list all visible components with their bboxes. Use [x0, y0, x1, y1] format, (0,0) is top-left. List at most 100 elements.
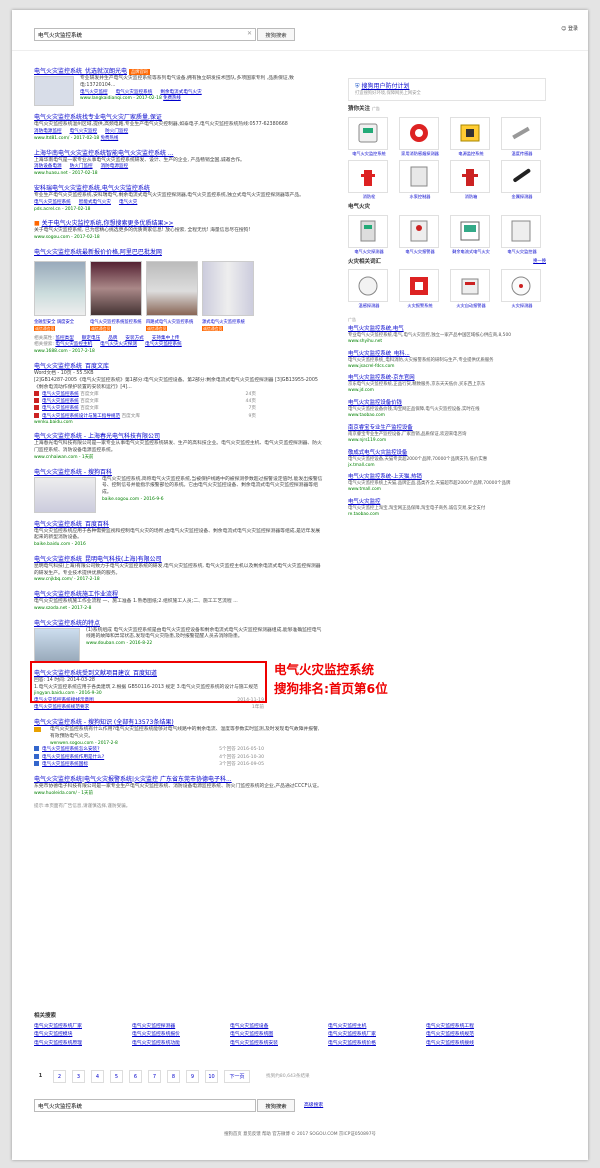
related-link[interactable]: 电气火灾监控系统报价	[132, 1032, 230, 1038]
fire-item[interactable]: 电气火灾报警器	[399, 214, 441, 254]
recommend-item[interactable]: 电气火灾监控系统	[348, 116, 390, 156]
page-link[interactable]: 9	[186, 1070, 199, 1083]
page-link[interactable]: 5	[110, 1070, 123, 1083]
related-link[interactable]: 电气火灾监控系统原理	[34, 1041, 132, 1047]
ad-item[interactable]: 电气火灾监控系统-上天猫,热销 电气火灾监控系统上天猫,品牌正品,品类齐全,天猫超…	[348, 474, 546, 493]
qa-row[interactable]: 电气火灾监控系统规范要求 1年前	[34, 704, 264, 711]
result-title[interactable]: 电气火灾监控系统找专业电气火灾厂家质量,保证	[34, 114, 162, 121]
result-title[interactable]: 电气火灾监控系统 - 搜狗百科	[34, 469, 112, 476]
related-link[interactable]: 电气火灾监控系统功能	[132, 1041, 230, 1047]
recommend-item[interactable]: 水泵控制器	[399, 159, 441, 199]
result-title[interactable]: 电气火灾监控系统_百度文库	[34, 363, 109, 370]
fire-item[interactable]: 剩余电流式电气火灾	[450, 214, 492, 254]
product-caption[interactable]: 电气火灾监控系统监控系统 诚信通会员	[90, 320, 142, 333]
result-title[interactable]: 安科瑞电气火灾监控系统,电气火灾监控系统	[34, 185, 150, 192]
result-title[interactable]: 电气火灾监控系统 - 上海春光电气科技有限公司	[34, 433, 160, 440]
sublink[interactable]: 电气火灾监控	[80, 90, 108, 95]
result-title[interactable]: 电气火灾监控系统的特点	[34, 620, 100, 627]
ad-item[interactable]: 电气火灾监控系统,电气 专业电气火灾监控系统,电气,电气火灾监控,独立一家产品中国…	[348, 326, 546, 345]
sublink[interactable]: 电气火灾监控系统	[34, 200, 71, 205]
search-box[interactable]: ✕	[34, 28, 256, 41]
page-link[interactable]: 10	[205, 1070, 218, 1083]
recommend-item[interactable]: 金属探测器	[501, 159, 543, 199]
result-thumbnail[interactable]	[34, 627, 80, 662]
attr-link[interactable]: 电气火灾监控系统	[145, 342, 182, 347]
product-caption[interactable]: 源式电气火灾监控系统 诚信通会员	[202, 320, 254, 333]
result-thumbnail[interactable]	[34, 76, 74, 107]
protection-link[interactable]: 搜狗用户防付计划	[361, 83, 409, 90]
page-link[interactable]: 7	[148, 1070, 161, 1083]
sublink[interactable]: 电气火灾监控	[70, 129, 98, 134]
qa-row[interactable]: 电气火灾监控系统国标 3个回答 2016-09-05	[34, 760, 264, 768]
attr-link[interactable]: 品牌	[108, 336, 117, 341]
next-page-button[interactable]: 下一页	[224, 1070, 250, 1083]
related-link[interactable]: 电气火灾监控系统图	[230, 1032, 328, 1038]
page-link[interactable]: 8	[167, 1070, 180, 1083]
related-link[interactable]: 电气火灾监控设备	[230, 1024, 328, 1030]
product-image[interactable]	[146, 260, 198, 316]
sublink[interactable]: 消防电源监控	[101, 164, 129, 169]
attr-link[interactable]: 安装方式	[125, 336, 143, 341]
product-image[interactable]	[90, 260, 142, 316]
related-link[interactable]: 电气火灾监控系统厂家	[328, 1032, 426, 1038]
result-title[interactable]: 电气火灾监控系统_百度百科	[34, 521, 109, 528]
qa-row[interactable]: 电气火灾监控系统怎么安装? 5个回答 2016-05-10	[34, 746, 264, 753]
related-link[interactable]: 电气火灾监控系统厂家	[34, 1024, 132, 1030]
related-link[interactable]: 电气火灾监控系统工程	[426, 1024, 524, 1030]
result-title[interactable]: 电气火灾监控系统最新报价价格,阿里巴巴批发网	[34, 249, 162, 256]
word-item[interactable]: 火灾报警系统	[399, 269, 441, 308]
doc-row[interactable]: 电气火灾监控系统 百度文库 24页	[34, 391, 256, 398]
page-link[interactable]: 4	[91, 1070, 104, 1083]
recommend-item[interactable]: 消防栓	[348, 159, 390, 199]
phone-link[interactable]: 免费热线	[163, 96, 181, 101]
result-title[interactable]: 电气火灾监控系统_昆明电气科技(上海)有限公司	[34, 556, 162, 563]
attr-link[interactable]: 电气火灾监控主机	[55, 342, 92, 347]
advanced-search-link[interactable]: 高级搜索	[304, 1103, 323, 1109]
ad-item[interactable]: 南京睿宝专业生产监控设备 南京睿宝专业生产监控设备,厂家直销,品质保证,欢迎来电咨…	[348, 425, 546, 444]
recommend-item[interactable]: 电源监控系统	[450, 116, 492, 156]
page-link[interactable]: 2	[53, 1070, 66, 1083]
related-link[interactable]: 电气火灾监控系统安装	[230, 1041, 328, 1047]
result-title[interactable]: 电气火灾监控系统_优选就汉朗光电	[34, 68, 127, 75]
doc-row[interactable]: 电气火灾监控系统设计与施工指导规范 百度文库 9页	[34, 412, 256, 420]
word-item[interactable]: 火灾自动报警器	[450, 269, 492, 308]
bottom-search-box[interactable]	[34, 1099, 256, 1112]
sublink[interactable]: 防火门监控	[105, 129, 128, 134]
related-link[interactable]: 电气火灾监控系统规范	[426, 1032, 524, 1038]
phone-link[interactable]: 免费热线	[101, 136, 119, 141]
ad-item[interactable]: 电气火灾监控系统-京东官网 京东电气火灾监控系统,正品行货,精致服务,京东天天低价…	[348, 375, 546, 394]
sublink[interactable]: 消防电源监控	[34, 129, 62, 134]
fire-item[interactable]: 电气火灾监控器	[501, 214, 543, 254]
ad-item[interactable]: 电气火灾监控 电气火灾监控上淘宝,淘宝网正品保障,淘宝电子商务,诚信交易,安全支付…	[348, 499, 546, 518]
attr-link[interactable]: 监控类型	[55, 336, 73, 341]
clear-icon[interactable]: ✕	[247, 30, 252, 38]
product-caption[interactable]: 金融型安全 调度安全 诚信通会员	[34, 320, 86, 333]
product-image[interactable]	[202, 260, 254, 316]
related-link[interactable]: 电气火灾监控系统价格	[328, 1041, 426, 1047]
doc-row[interactable]: 电气火灾监控系统 百度文库 7页	[34, 405, 256, 412]
product-caption[interactable]: 四路式电气火灾监控系统 诚信通会员	[146, 320, 198, 333]
ad-item[interactable]: 敬成式电气火灾监控设备 电气火灾监控设备,天猫专卖超2000个品牌,70000个品…	[348, 450, 546, 469]
search-button[interactable]: 搜狗搜索	[257, 28, 295, 41]
qa-row[interactable]: 电气火灾监控系统作用是什么? 4个回答 2016-10-30	[34, 753, 264, 761]
sublink[interactable]: 防火门监控	[70, 164, 93, 169]
sublink[interactable]: 电气火灾	[119, 200, 137, 205]
bottom-search-input[interactable]	[35, 1100, 240, 1111]
result-title[interactable]: 上海华南电气火灾监控系统智能电气火灾监控系统 ...	[34, 150, 174, 157]
result-title[interactable]: 电气火灾监控系统 - 搜狗知识 (全部有13573条结果)	[34, 719, 174, 726]
result-title[interactable]: 电气火灾监控系统施工作业流程	[34, 591, 118, 598]
recommend-item[interactable]: 家用消防感烟探测器	[399, 116, 441, 156]
page-link[interactable]: 6	[129, 1070, 142, 1083]
attr-link[interactable]: 电气火灾火灾探测	[100, 342, 137, 347]
login-link[interactable]: ☺ 登录	[561, 26, 578, 33]
sublink[interactable]: 消防设备电源	[34, 164, 62, 169]
related-link[interactable]: 电气火灾监控系统接线	[426, 1041, 524, 1047]
result-title[interactable]: 关于电气火灾监控系统,你想搜索更多优质结果>>	[42, 220, 174, 227]
sublink[interactable]: 智能式电气火灾	[79, 200, 111, 205]
product-image[interactable]	[34, 260, 86, 316]
ad-item[interactable]: 电气火灾监控设备价钱 电气火灾监控设备价钱,淘宝网正品保障,电气火灾监控设备,实时…	[348, 400, 546, 419]
doc-row[interactable]: 电气火灾监控系统 百度文库 44页	[34, 398, 256, 405]
page-link[interactable]: 3	[72, 1070, 85, 1083]
word-item[interactable]: 温感探测器	[348, 269, 390, 308]
recommend-item[interactable]: 温度传感器	[501, 116, 543, 156]
